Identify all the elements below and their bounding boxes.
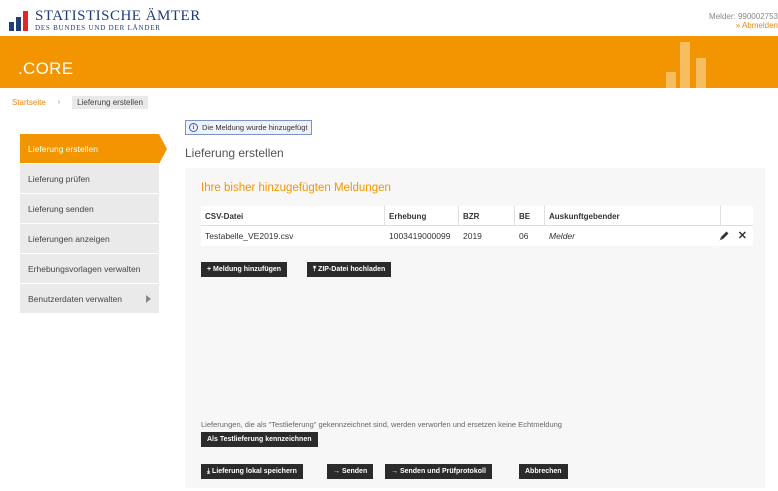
column-header-erhebung: Erhebung	[385, 206, 459, 226]
row-actions: ✕	[718, 230, 747, 242]
zip-upload-button[interactable]: ⤒ ZIP-Datei hochladen	[307, 262, 392, 277]
sidebar-item-lieferung-senden[interactable]: Lieferung senden	[20, 194, 159, 224]
sidebar-item-label: Lieferung erstellen	[28, 143, 98, 154]
success-notice: i Die Meldung wurde hinzugefügt	[185, 120, 313, 135]
add-meldung-button[interactable]: + Meldung hinzufügen	[201, 262, 288, 277]
delete-icon[interactable]: ✕	[738, 230, 747, 242]
pencil-icon[interactable]	[718, 230, 730, 242]
panel-title: Ihre bisher hinzugefügten Meldungen	[201, 182, 391, 194]
cell-erhebung: 1003419000099	[389, 231, 451, 241]
column-header-csv: CSV-Datei	[201, 206, 385, 226]
user-box: Melder: 990002753 » Abmelden	[709, 12, 778, 30]
chevron-right-icon	[146, 295, 151, 303]
cell-be: 06	[519, 231, 529, 241]
cell-bzr: 2019	[463, 231, 482, 241]
column-header-auskunftgebender: Auskunftgebender	[545, 206, 721, 226]
save-locally-button[interactable]: ⤓ Lieferung lokal speichern	[201, 464, 303, 479]
sidebar-item-label: Lieferung prüfen	[28, 173, 90, 184]
send-button[interactable]: → Senden	[327, 464, 374, 479]
breadcrumb-separator-icon: ›	[57, 99, 61, 106]
mark-test-delivery-button[interactable]: Als Testlieferung kennzeichnen	[201, 432, 318, 447]
sidebar-item-lieferung-pruefen[interactable]: Lieferung prüfen	[20, 164, 159, 194]
notice-text: Die Meldung wurde hinzugefügt	[202, 123, 308, 132]
melder-id: Melder: 990002753	[709, 12, 778, 21]
app-banner: .CORE	[0, 36, 778, 88]
sidebar-item-lieferung-erstellen[interactable]: Lieferung erstellen	[20, 134, 167, 164]
cell-csv-file: Testabelle_VE2019.csv	[205, 231, 294, 241]
column-header-bzr: BZR	[459, 206, 515, 226]
sidebar-item-label: Lieferungen anzeigen	[28, 233, 110, 244]
logo-line1: STATISTISCHE ÄMTER	[35, 8, 201, 24]
sidebar-item-label: Erhebungsvorlagen verwalten	[28, 263, 141, 274]
cell-auskunftgebender: Melder	[549, 231, 575, 241]
logo-bars-icon	[9, 9, 31, 31]
sidebar-item-lieferungen-anzeigen[interactable]: Lieferungen anzeigen	[20, 224, 159, 254]
column-header-be: BE	[515, 206, 545, 226]
sidebar-item-label: Lieferung senden	[28, 203, 94, 214]
logout-link[interactable]: » Abmelden	[709, 21, 778, 30]
breadcrumb-start-link[interactable]: Startseite	[12, 98, 46, 107]
table-row: Testabelle_VE2019.csv 1003419000099 2019…	[201, 226, 753, 246]
table-header-row: CSV-Datei Erhebung BZR BE Auskunftgebend…	[201, 206, 753, 226]
sidebar-item-erhebungsvorlagen[interactable]: Erhebungsvorlagen verwalten	[20, 254, 159, 284]
breadcrumb-current: Lieferung erstellen	[72, 96, 148, 109]
app-title: .CORE	[18, 59, 74, 78]
page-title: Lieferung erstellen	[185, 146, 284, 160]
statistische-aemter-logo[interactable]: STATISTISCHE ÄMTER DES BUNDES UND DER LÄ…	[9, 9, 201, 32]
logo-line2: DES BUNDES UND DER LÄNDER	[35, 24, 161, 32]
cancel-button[interactable]: Abbrechen	[519, 464, 568, 479]
top-header: STATISTISCHE ÄMTER DES BUNDES UND DER LÄ…	[0, 0, 778, 36]
sidebar-item-benutzerdaten[interactable]: Benutzerdaten verwalten	[20, 284, 159, 314]
test-delivery-note: Lieferungen, die als "Testlieferung" gek…	[201, 420, 562, 429]
main-panel: Ihre bisher hinzugefügten Meldungen CSV-…	[185, 168, 765, 488]
sidebar-item-label: Benutzerdaten verwalten	[28, 293, 123, 304]
breadcrumb: Startseite › Lieferung erstellen	[12, 96, 148, 109]
send-with-protocol-button[interactable]: → Senden und Prüfprotokoll	[385, 464, 492, 479]
column-header-actions	[721, 206, 753, 226]
sidebar-nav: Lieferung erstellen Lieferung prüfen Lie…	[20, 134, 167, 314]
info-icon: i	[189, 123, 198, 132]
meldungen-table: CSV-Datei Erhebung BZR BE Auskunftgebend…	[201, 206, 753, 246]
